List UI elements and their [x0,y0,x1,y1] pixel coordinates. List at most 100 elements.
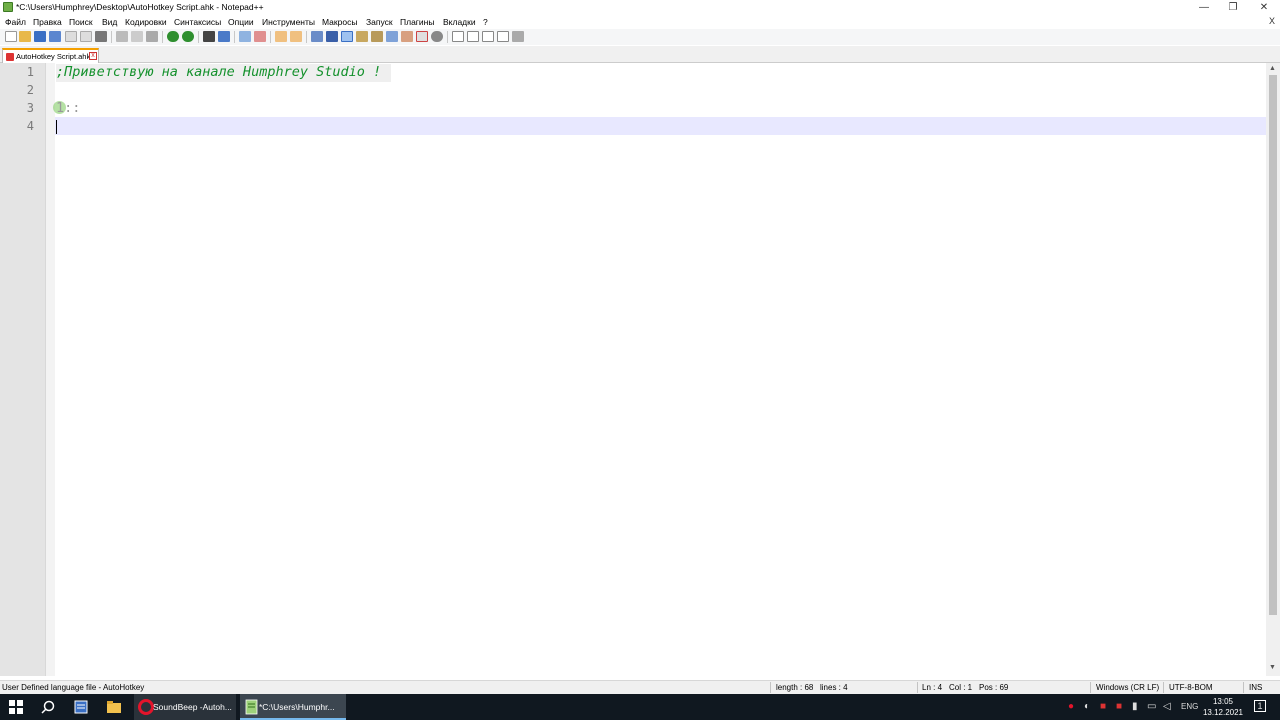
taskbar-app-notepadpp[interactable]: *C:\Users\Humphr... [240,694,346,720]
tab-label: AutoHotkey Script.ahk [16,52,91,61]
notepadpp-window: *C:\Users\Humphrey\Desktop\AutoHotkey Sc… [0,0,1280,694]
notepadpp-icon [245,699,258,715]
cut-icon[interactable] [116,31,128,42]
editor-area[interactable]: 1 2 3 4 ;Приветствую на канале Humphrey … [0,63,1266,676]
minimize-button[interactable]: — [1188,0,1220,15]
menu-options[interactable]: Опции [228,17,254,27]
show-all-chars-icon[interactable] [326,31,338,42]
text-caret [56,120,57,134]
volume-icon[interactable]: ◁ [1163,701,1171,712]
status-bar: User Defined language file - AutoHotkey … [0,680,1280,694]
fold-margin[interactable] [46,63,55,676]
record-macro-icon[interactable] [452,31,464,42]
menu-help[interactable]: ? [483,17,488,27]
steam-tray-icon[interactable]: ◐ [1084,701,1090,712]
taskbar-app-opera[interactable]: SoundBeep -Autoh... [134,694,236,720]
doc-map-icon[interactable] [356,31,368,42]
toolbar-separator [198,31,199,43]
find-icon[interactable] [203,31,215,42]
code-line-1: ;Приветствую на канале Humphrey Studio ! [56,64,392,82]
status-encoding[interactable]: UTF-8-BOM [1169,683,1213,692]
line-number: 4 [26,119,34,133]
menu-tabs[interactable]: Вкладки [443,17,476,27]
run-macro-multiple-icon[interactable] [497,31,509,42]
notepadpp-app-icon [3,2,13,12]
stop-record-icon[interactable] [467,31,479,42]
scroll-up-icon[interactable]: ▲ [1269,65,1276,72]
copy-icon[interactable] [131,31,143,42]
zoom-out-icon[interactable] [254,31,266,42]
menu-tools[interactable]: Инструменты [262,17,315,27]
sync-horizontal-icon[interactable] [290,31,302,42]
vertical-scrollbar[interactable]: ▲ ▼ [1266,63,1280,676]
app2-tray-icon[interactable]: ■ [1116,701,1122,712]
undo-icon[interactable] [167,31,179,42]
save-macro-icon[interactable] [512,31,524,42]
tab-close-icon[interactable]: x [89,52,97,60]
status-language: User Defined language file - AutoHotkey [2,683,145,692]
monitoring-icon[interactable] [416,31,428,42]
menu-edit[interactable]: Правка [33,17,62,27]
folder-workspace-icon[interactable] [386,31,398,42]
menu-search[interactable]: Поиск [69,17,93,27]
menu-run[interactable]: Запуск [366,17,393,27]
windows-start-icon[interactable] [8,699,24,715]
redo-icon[interactable] [182,31,194,42]
open-file-icon[interactable] [19,31,31,42]
taskbar-clock[interactable]: 13:05 13.12.2021 [1199,696,1247,718]
zoom-in-icon[interactable] [239,31,251,42]
record-tray-icon[interactable]: ● [1068,701,1074,712]
status-eol[interactable]: Windows (CR LF) [1096,683,1159,692]
close-icon[interactable] [65,31,77,42]
menu-macros[interactable]: Макросы [322,17,357,27]
paste-icon[interactable] [146,31,158,42]
language-indicator[interactable]: ENG [1181,702,1198,711]
notifications-icon[interactable]: 1 [1254,700,1266,712]
windows-taskbar: SoundBeep -Autoh... *C:\Users\Humphr... … [0,694,1280,720]
save-all-icon[interactable] [49,31,61,42]
close-all-icon[interactable] [80,31,92,42]
close-window-button[interactable]: ✕ [1248,0,1280,15]
status-separator [770,682,771,693]
status-ln: Ln : 4 [922,683,943,692]
eye-icon[interactable] [431,31,443,42]
menu-plugins[interactable]: Плагины [400,17,434,27]
scroll-down-icon[interactable]: ▼ [1269,664,1276,671]
scrollbar-thumb[interactable] [1269,75,1277,615]
menu-view[interactable]: Вид [102,17,117,27]
toolbar-separator [306,31,307,43]
microphone-icon[interactable]: ▮ [1132,701,1138,712]
status-separator [1090,682,1091,693]
tab-autohotkey-script[interactable]: AutoHotkey Script.ahk x [2,48,99,63]
search-icon[interactable] [40,699,56,715]
line-number: 3 [26,101,34,115]
word-wrap-icon[interactable] [311,31,323,42]
status-separator [1243,682,1244,693]
toolbar-separator [162,31,163,43]
new-file-icon[interactable] [5,31,17,42]
taskbar-app-label: SoundBeep -Autoh... [153,702,232,712]
doc-list-icon[interactable] [401,31,413,42]
file-explorer-icon[interactable] [106,699,122,715]
sync-vertical-icon[interactable] [275,31,287,42]
line-number: 2 [26,83,34,97]
menu-file[interactable]: Файл [5,17,26,27]
close-document-button[interactable]: X [1269,16,1275,26]
status-pos: Pos : 69 [979,683,1009,692]
app-tray-icon[interactable]: ■ [1100,701,1106,712]
status-separator [1163,682,1164,693]
indent-guide-icon[interactable] [341,31,353,42]
play-macro-icon[interactable] [482,31,494,42]
maximize-button[interactable]: ❐ [1217,0,1249,15]
network-icon[interactable]: ▭ [1147,701,1156,712]
opera-icon [138,699,154,715]
function-list-icon[interactable] [371,31,383,42]
status-length: length : 68 [776,683,814,692]
menu-encoding[interactable]: Кодировки [125,17,167,27]
window-title: *C:\Users\Humphrey\Desktop\AutoHotkey Sc… [16,2,264,12]
menu-syntax[interactable]: Синтаксисы [174,17,221,27]
replace-icon[interactable] [218,31,230,42]
task-view-icon[interactable] [73,699,89,715]
save-icon[interactable] [34,31,46,42]
print-icon[interactable] [95,31,107,42]
